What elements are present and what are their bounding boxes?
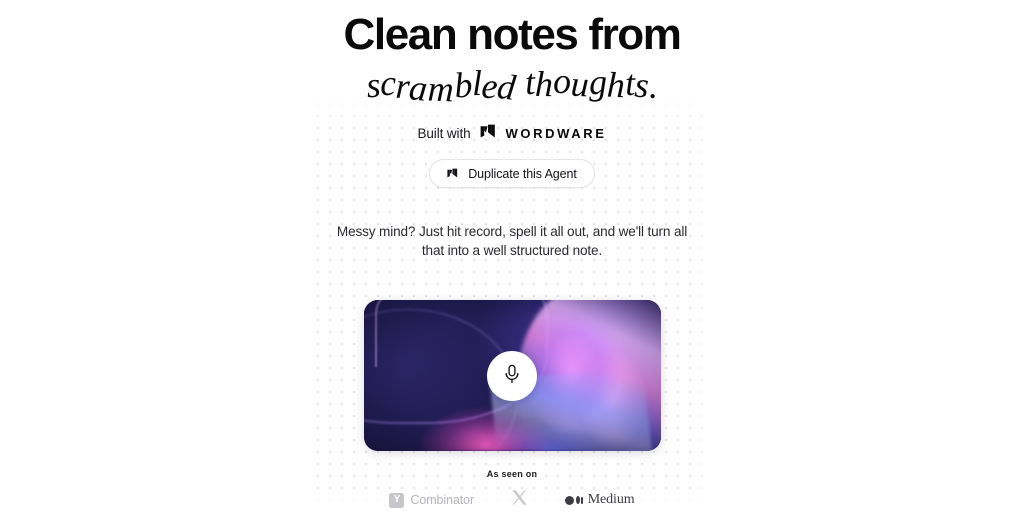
- wordware-logo-lockup: WORDWARE: [480, 124, 607, 143]
- ycombinator-logo: Y Combinator: [389, 492, 475, 508]
- record-microphone-button[interactable]: [487, 350, 537, 401]
- duplicate-agent-button-label: Duplicate this Agent: [468, 166, 577, 181]
- scrambled-word-d: d: [495, 66, 518, 108]
- medium-wordmark: Medium: [587, 492, 635, 508]
- medium-logo: Medium: [565, 492, 635, 508]
- x-logo-icon: [511, 489, 528, 511]
- medium-mark-icon: [565, 495, 583, 505]
- as-seen-on-label: As seen on: [486, 469, 538, 480]
- scrambled-word-c: c: [379, 62, 397, 104]
- scrambled-word-m: m: [427, 68, 455, 110]
- scrambled-word-period: .: [649, 66, 659, 107]
- scrambled-word-s2: s: [633, 64, 651, 106]
- press-logo-row: Y Combinator Medium: [389, 489, 635, 511]
- scrambled-word-a: a: [407, 67, 430, 109]
- landing-page: Clean notes from scrambled thoughts. Buil…: [0, 0, 1024, 512]
- page-title-script-line: scrambled thoughts.: [365, 60, 659, 110]
- duplicate-agent-button[interactable]: Duplicate this Agent: [429, 159, 595, 189]
- recorder-video-card[interactable]: [363, 300, 661, 452]
- scrambled-word-g: g: [588, 61, 608, 103]
- ycombinator-badge-icon: Y: [389, 492, 405, 508]
- scrambled-word-u: u: [569, 63, 590, 105]
- page-description: Messy mind? Just hit record, spell it al…: [336, 224, 688, 259]
- wordware-w-mark-icon-small: [447, 167, 460, 181]
- scrambled-word-o: o: [552, 60, 572, 102]
- microphone-icon: [502, 363, 522, 388]
- built-with-label: Built with: [417, 125, 471, 141]
- page-title: Clean notes from: [343, 10, 682, 59]
- scrambled-word-b: b: [452, 64, 474, 106]
- ycombinator-wordmark: Combinator: [410, 493, 475, 508]
- wordware-w-mark-icon: [480, 124, 499, 143]
- wordware-wordmark: WORDWARE: [505, 125, 607, 141]
- built-with-row: Built with WORDWARE: [418, 124, 607, 142]
- scrambled-word-h: h: [534, 63, 554, 105]
- scrambled-word-h2: h: [606, 64, 626, 106]
